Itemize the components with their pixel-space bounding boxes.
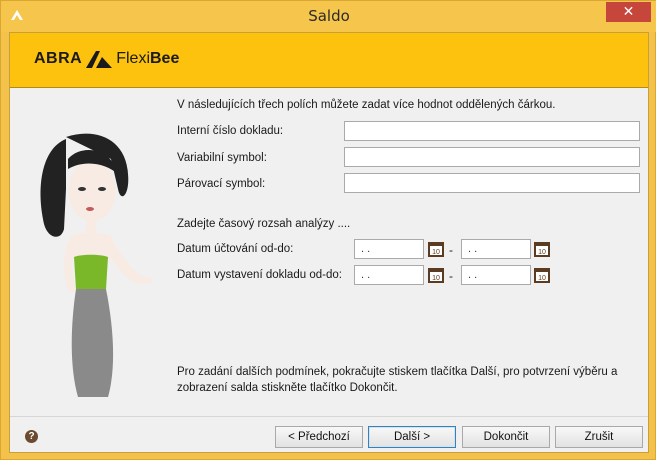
calendar-day: 10 [432, 249, 440, 256]
label-issue-date-range: Datum vystavení dokladu od-do: [177, 269, 342, 281]
dialog-window: Saldo ✕ ABRA Flexi Bee V následujících t… [0, 0, 656, 460]
finish-button[interactable]: Dokončit [462, 426, 550, 448]
label-variable-symbol: Variabilní symbol: [177, 152, 267, 164]
next-button[interactable]: Další > [368, 426, 456, 448]
posting-date-from-input[interactable]: . . [354, 239, 424, 259]
previous-button[interactable]: < Předchozí [275, 426, 363, 448]
label-posting-date-range: Datum účtování od-do: [177, 243, 294, 255]
window-title: Saldo [308, 7, 350, 25]
calendar-day: 10 [432, 275, 440, 282]
variable-symbol-input[interactable] [344, 147, 640, 167]
dialog-body: ABRA Flexi Bee V následujících třech pol… [9, 32, 649, 453]
flexibee-logo-icon [86, 51, 113, 68]
brand-bee: Bee [150, 50, 180, 67]
calendar-icon[interactable]: 10 [428, 241, 444, 257]
label-pairing-symbol: Párovací symbol: [177, 178, 266, 190]
help-icon[interactable]: ? [25, 430, 38, 443]
internal-number-input[interactable] [344, 121, 640, 141]
label-internal-number: Interní číslo dokladu: [177, 125, 284, 137]
range-intro-text: Zadejte časový rozsah analýzy .... [177, 218, 351, 230]
calendar-day: 10 [538, 249, 546, 256]
brand-banner: ABRA Flexi Bee [10, 33, 648, 88]
brand-abra: ABRA [34, 50, 83, 67]
title-bar[interactable]: Saldo ✕ [1, 1, 656, 32]
pairing-symbol-input[interactable] [344, 173, 640, 193]
brand-flexi: Flexi [116, 50, 150, 67]
intro-text: V následujících třech polích můžete zada… [177, 99, 556, 111]
posting-date-to-input[interactable]: . . [461, 239, 531, 259]
footer-note: Pro zadání dalších podmínek, pokračujte … [177, 366, 618, 394]
range-separator: - [449, 243, 453, 257]
range-separator: - [449, 269, 453, 283]
cancel-button[interactable]: Zrušit [555, 426, 643, 448]
calendar-day: 10 [538, 275, 546, 282]
calendar-icon[interactable]: 10 [534, 267, 550, 283]
close-button[interactable]: ✕ [606, 2, 651, 22]
calendar-icon[interactable]: 10 [428, 267, 444, 283]
issue-date-from-input[interactable]: . . [354, 265, 424, 285]
brand-logo: ABRA Flexi Bee [34, 47, 179, 71]
divider [10, 416, 648, 417]
issue-date-to-input[interactable]: . . [461, 265, 531, 285]
calendar-icon[interactable]: 10 [534, 241, 550, 257]
assistant-illustration [40, 133, 152, 397]
